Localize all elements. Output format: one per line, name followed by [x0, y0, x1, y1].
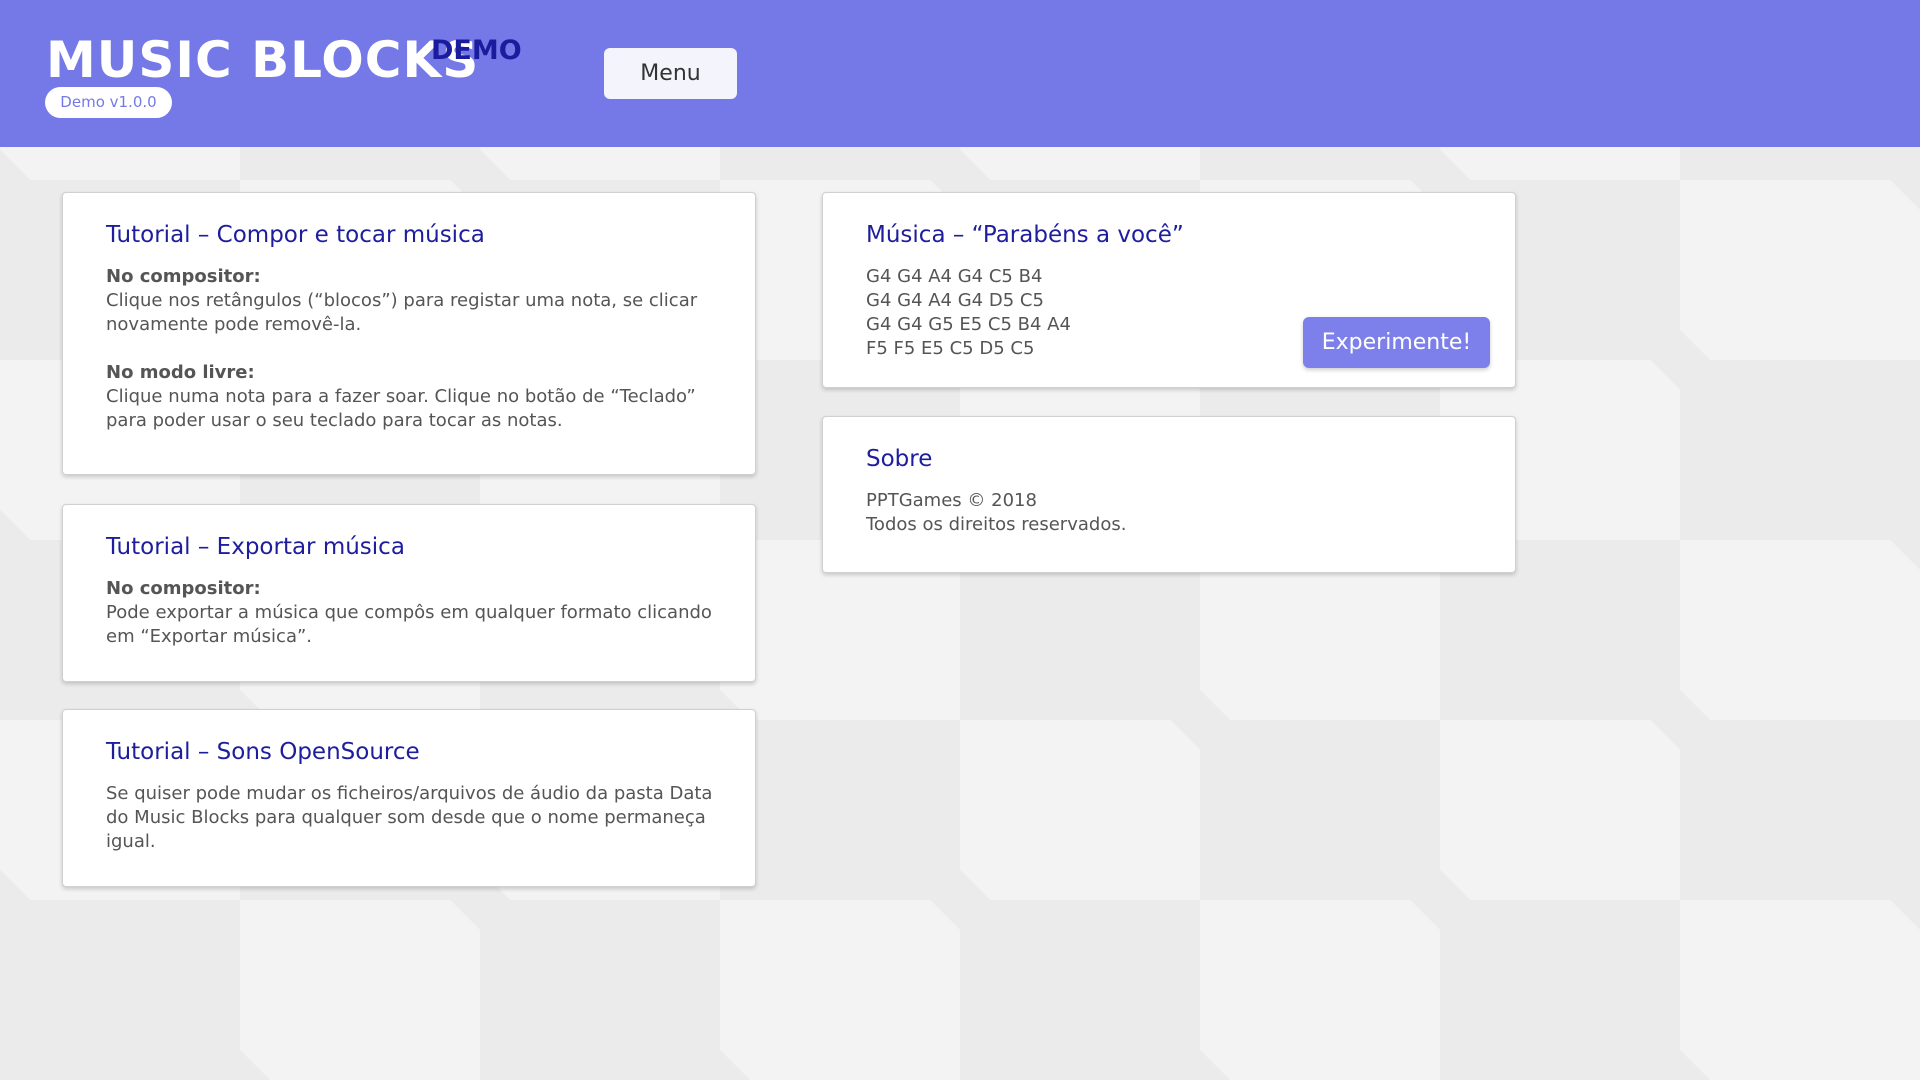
free-mode-text-line: para poder usar o seu teclado para tocar… — [106, 410, 563, 431]
free-mode-heading: No modo livre: — [106, 362, 255, 383]
card-title: Sobre — [866, 446, 933, 472]
card-body: No compositor: Pode exportar a música qu… — [106, 577, 713, 649]
export-text-line: em “Exportar música”. — [106, 626, 313, 647]
tutorial-compose-card: Tutorial – Compor e tocar música No comp… — [62, 192, 756, 475]
card-title: Tutorial – Exportar música — [106, 534, 405, 560]
card-body: PPTGames © 2018 Todos os direitos reserv… — [866, 489, 1473, 537]
notes-line: G4 G4 A4 G4 C5 B4 — [866, 266, 1043, 287]
card-body: No compositor: Clique nos retângulos (“b… — [106, 265, 713, 433]
rights-text: Todos os direitos reservados. — [866, 514, 1127, 535]
card-title: Música – “Parabéns a você” — [866, 222, 1184, 248]
version-badge: Demo v1.0.0 — [45, 87, 172, 118]
copyright-text: PPTGames © 2018 — [866, 490, 1037, 511]
composer-heading: No compositor: — [106, 578, 261, 599]
about-card: Sobre PPTGames © 2018 Todos os direitos … — [822, 416, 1516, 573]
card-body: Se quiser pode mudar os ficheiros/arquiv… — [106, 782, 713, 854]
sounds-text-line: Se quiser pode mudar os ficheiros/arquiv… — [106, 783, 713, 804]
card-title: Tutorial – Sons OpenSource — [106, 739, 420, 765]
tutorial-export-card: Tutorial – Exportar música No compositor… — [62, 504, 756, 682]
sounds-text-line: do Music Blocks para qualquer som desde … — [106, 807, 706, 828]
header-bar: MUSIC BLOCKS DEMO Demo v1.0.0 Menu — [0, 0, 1920, 147]
menu-button[interactable]: Menu — [604, 48, 737, 99]
sounds-text-line: igual. — [106, 831, 156, 852]
app-logo: MUSIC BLOCKS — [46, 31, 480, 89]
try-song-button[interactable]: Experimente! — [1303, 317, 1490, 368]
composer-text-line: Clique nos retângulos (“blocos”) para re… — [106, 290, 698, 311]
song-card: Música – “Parabéns a você” G4 G4 A4 G4 C… — [822, 192, 1516, 388]
free-mode-text-line: Clique numa nota para a fazer soar. Cliq… — [106, 386, 696, 407]
demo-tag: DEMO — [431, 35, 522, 66]
card-title: Tutorial – Compor e tocar música — [106, 222, 485, 248]
export-text-line: Pode exportar a música que compôs em qua… — [106, 602, 712, 623]
tutorial-sounds-card: Tutorial – Sons OpenSource Se quiser pod… — [62, 709, 756, 887]
composer-text-line: novamente pode removê-la. — [106, 314, 362, 335]
composer-heading: No compositor: — [106, 266, 261, 287]
notes-line: G4 G4 A4 G4 D5 C5 — [866, 290, 1044, 311]
